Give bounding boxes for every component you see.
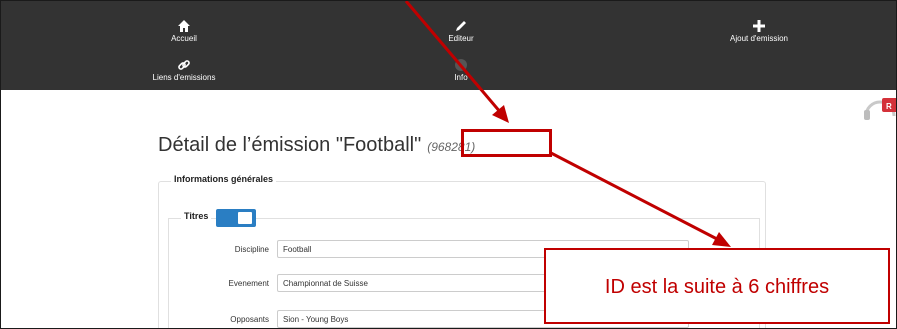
- annotation-arrow-callout: [550, 151, 718, 241]
- annotation-callout: ID est la suite à 6 chiffres: [544, 248, 890, 324]
- annotation-callout-text: ID est la suite à 6 chiffres: [604, 276, 830, 298]
- id-highlight-box: [461, 129, 552, 157]
- annotation-arrow-top: [404, 1, 503, 114]
- screenshot-frame: Accueil Editeur Ajout d'emission Liens d…: [0, 0, 897, 329]
